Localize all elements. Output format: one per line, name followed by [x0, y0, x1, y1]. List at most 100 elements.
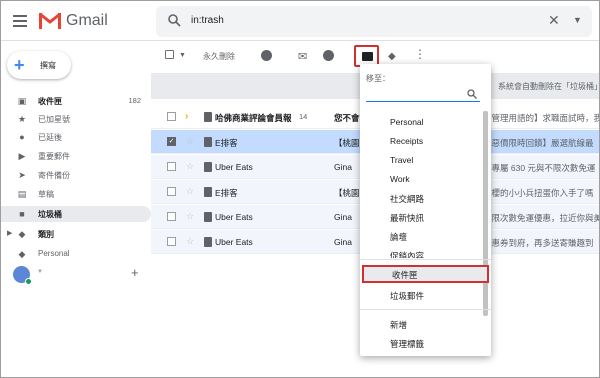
sidebar-item-label: 已延後	[38, 133, 62, 142]
folder-move-icon	[362, 52, 373, 61]
move-option[interactable]: Personal	[360, 113, 482, 131]
banner-text: 系統會自動刪除在「垃圾桶」中	[498, 82, 600, 91]
trash-icon	[204, 137, 212, 147]
important-icon: ▶	[18, 151, 26, 161]
chevron-down-icon[interactable]: ▼	[37, 269, 43, 275]
sidebar-item-trash[interactable]: ■ 垃圾桶	[1, 206, 151, 222]
search-icon	[467, 89, 477, 99]
row-sender: E排客	[215, 138, 238, 148]
manage-labels-option[interactable]: 管理標籤	[360, 334, 482, 352]
star-icon[interactable]: ☆	[186, 186, 194, 197]
hangouts-account[interactable]: ▼ +	[11, 264, 151, 286]
move-to-spam-option[interactable]: 垃圾郵件	[360, 286, 482, 304]
gmail-logo[interactable]	[39, 12, 61, 29]
label-icon: ◆	[18, 229, 26, 239]
menu-divider	[360, 259, 491, 260]
row-subject: Gina	[334, 162, 352, 172]
search-options-icon[interactable]: ▼	[573, 15, 582, 25]
mark-read-icon[interactable]: ✉	[298, 50, 307, 63]
sidebar-item-label: 重要郵件	[38, 152, 70, 161]
row-snippet: 【管理用語的】求職面試時，我	[483, 113, 599, 123]
label-icon: ◆	[18, 249, 26, 259]
row-snippet: 嘴櫻的小小兵扭蛋你入手了嗎	[483, 188, 594, 198]
move-option[interactable]: 社交網路	[360, 189, 482, 207]
sidebar-item-label: 類別	[38, 230, 54, 239]
sidebar-item-categories[interactable]: ▶ ◆ 類別	[1, 226, 151, 242]
move-option[interactable]: Receipts	[360, 132, 482, 150]
menu-item-label: Travel	[390, 155, 414, 165]
sidebar-item-snoozed[interactable]: ● 已延後	[1, 129, 151, 145]
move-option[interactable]: 最新快訊	[360, 208, 482, 226]
move-option[interactable]: Travel	[360, 151, 482, 169]
report-spam-icon[interactable]	[261, 50, 272, 64]
trash-icon	[204, 212, 212, 222]
row-subject: Gina	[334, 212, 352, 222]
important-marker-icon[interactable]: ›	[185, 111, 188, 122]
move-option[interactable]: 促銷內容	[360, 246, 482, 258]
sidebar-item-label: 垃圾桶	[38, 210, 62, 219]
star-icon[interactable]: ☆	[186, 136, 194, 147]
row-subject: 【桃園	[334, 188, 360, 198]
row-checkbox[interactable]	[167, 112, 176, 121]
search-box[interactable]: in:trash ✕ ▼	[156, 6, 592, 37]
compose-button[interactable]: + 撰寫	[7, 51, 71, 79]
sidebar-item-starred[interactable]: ★ 已加星號	[1, 111, 151, 127]
sidebar-item-drafts[interactable]: ▤ 草稿	[1, 186, 151, 202]
row-checkbox[interactable]	[167, 162, 176, 171]
move-option[interactable]: Work	[360, 170, 482, 188]
select-all-checkbox[interactable]	[165, 50, 174, 62]
move-to-inbox-option[interactable]: 收件匣	[362, 265, 489, 283]
sidebar-item-inbox[interactable]: ▣ 收件匣 182	[1, 93, 151, 109]
move-option[interactable]: 論壇	[360, 227, 482, 245]
sidebar-item-important[interactable]: ▶ 重要郵件	[1, 148, 151, 164]
star-icon[interactable]: ☆	[186, 211, 194, 222]
menu-item-label: 收件匣	[392, 270, 418, 280]
trash-icon	[204, 237, 212, 247]
row-checkbox[interactable]	[167, 237, 176, 246]
star-icon[interactable]: ☆	[186, 236, 194, 247]
menu-item-label: 社交網路	[390, 194, 425, 204]
add-contact-icon[interactable]: +	[131, 265, 139, 280]
sidebar-item-sent[interactable]: ➤ 寄件備份	[1, 167, 151, 183]
folder-search-input[interactable]	[366, 88, 480, 102]
search-input[interactable]: in:trash	[191, 15, 224, 26]
menu-scrollbar[interactable]	[483, 111, 488, 316]
sidebar-item-label: Personal	[38, 249, 70, 258]
sidebar-item-label: 已加星號	[38, 115, 70, 124]
more-icon[interactable]: ⋮	[414, 47, 426, 61]
trash-icon: ■	[19, 209, 25, 219]
row-checkbox[interactable]	[167, 187, 176, 196]
main-menu-icon[interactable]	[13, 15, 27, 27]
menu-item-label: 最新快訊	[390, 213, 425, 223]
expand-icon[interactable]: ▶	[7, 229, 12, 237]
move-to-menu: 移至： Personal Receipts Travel Work 社交網路 最…	[360, 64, 491, 356]
row-subject: 您不會	[334, 113, 360, 123]
send-icon: ➤	[18, 170, 26, 180]
row-snippet: 客專屬 630 元與不限次數免運	[483, 163, 596, 173]
row-checkbox[interactable]	[167, 212, 176, 221]
delete-forever-button[interactable]: 永久刪除	[203, 51, 235, 62]
row-sender: E排客	[215, 188, 238, 198]
menu-item-label: 管理標籤	[390, 339, 425, 349]
star-icon: ★	[17, 114, 27, 124]
row-checkbox[interactable]: ✓	[167, 137, 176, 146]
menu-item-label: 新增	[390, 320, 408, 330]
draft-icon: ▤	[17, 189, 27, 199]
online-status-icon	[25, 278, 32, 285]
snooze-icon[interactable]	[323, 50, 334, 64]
row-sender: Uber Eats	[215, 162, 253, 172]
clear-search-icon[interactable]: ✕	[548, 12, 560, 29]
sidebar-item-personal[interactable]: ◆ Personal	[1, 246, 151, 262]
search-icon[interactable]	[168, 14, 181, 27]
star-icon[interactable]: ☆	[186, 161, 194, 172]
sidebar-item-label: 收件匣	[38, 97, 62, 106]
label-icon[interactable]: ◆	[388, 51, 396, 62]
create-new-option[interactable]: 新增	[360, 315, 482, 333]
menu-item-label: 論壇	[390, 232, 408, 242]
sidebar-item-label: 寄件備份	[38, 171, 70, 180]
inbox-count: 182	[128, 96, 141, 105]
select-options-icon[interactable]: ▼	[179, 52, 186, 59]
sidebar-item-label: 草稿	[38, 190, 54, 199]
row-sender: 哈佛商業評論會員報	[215, 113, 292, 123]
move-to-heading: 移至：	[366, 74, 390, 83]
